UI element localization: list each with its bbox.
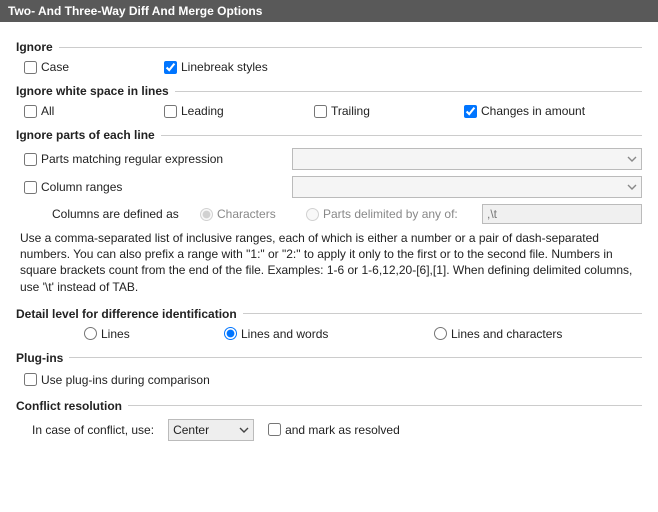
- select-conflict-value: Center: [173, 423, 209, 437]
- checkbox-ws-changes[interactable]: Changes in amount: [464, 104, 634, 118]
- delim-field-value: ,\t: [487, 207, 497, 221]
- window-title: Two- And Three-Way Diff And Merge Option…: [0, 0, 658, 22]
- checkbox-parts-regex-input[interactable]: [24, 153, 37, 166]
- group-rule: [128, 405, 642, 406]
- group-plugins-label: Plug-ins: [16, 351, 63, 365]
- delim-field: ,\t: [482, 204, 642, 224]
- checkbox-ws-all[interactable]: All: [24, 104, 164, 118]
- radio-detail-words-label: Lines and words: [241, 327, 328, 341]
- checkbox-plugins-use-label: Use plug-ins during comparison: [41, 373, 210, 387]
- combo-parts-regex[interactable]: [292, 148, 642, 170]
- group-rule: [243, 313, 642, 314]
- checkbox-ws-changes-label: Changes in amount: [481, 104, 585, 118]
- checkbox-ws-trailing-label: Trailing: [331, 104, 370, 118]
- group-parts-label: Ignore parts of each line: [16, 128, 155, 142]
- group-rule: [175, 91, 642, 92]
- radio-detail-words-input[interactable]: [224, 327, 237, 340]
- group-rule: [161, 135, 642, 136]
- radio-detail-lines-input[interactable]: [84, 327, 97, 340]
- checkbox-conflict-mark-label: and mark as resolved: [285, 423, 400, 437]
- radio-col-delimited-label: Parts delimited by any of:: [323, 207, 458, 221]
- checkbox-parts-regex-label: Parts matching regular expression: [41, 152, 223, 166]
- checkbox-parts-ranges-label: Column ranges: [41, 180, 122, 194]
- radio-detail-lines[interactable]: Lines: [84, 327, 224, 341]
- checkbox-ws-leading-label: Leading: [181, 104, 224, 118]
- checkbox-parts-ranges[interactable]: Column ranges: [24, 180, 284, 194]
- checkbox-ws-all-label: All: [41, 104, 54, 118]
- radio-col-delimited-input: [306, 208, 319, 221]
- checkbox-ws-trailing[interactable]: Trailing: [314, 104, 464, 118]
- checkbox-plugins-use-input[interactable]: [24, 373, 37, 386]
- group-whitespace: Ignore white space in lines All Leading …: [16, 84, 642, 118]
- content-pane: Ignore Case Linebreak styles Ignore whit…: [0, 22, 658, 457]
- checkbox-ws-trailing-input[interactable]: [314, 105, 327, 118]
- radio-col-delimited: Parts delimited by any of:: [306, 207, 476, 221]
- checkbox-case-input[interactable]: [24, 61, 37, 74]
- group-rule: [69, 357, 642, 358]
- checkbox-case[interactable]: Case: [24, 60, 164, 74]
- radio-col-characters-label: Characters: [217, 207, 276, 221]
- chevron-down-icon: [627, 154, 637, 164]
- radio-col-characters-input: [200, 208, 213, 221]
- group-whitespace-label: Ignore white space in lines: [16, 84, 169, 98]
- columns-defined-label: Columns are defined as: [24, 207, 194, 221]
- select-conflict-use[interactable]: Center: [168, 419, 254, 441]
- checkbox-plugins-use[interactable]: Use plug-ins during comparison: [24, 373, 210, 387]
- radio-col-characters: Characters: [200, 207, 300, 221]
- checkbox-parts-ranges-input[interactable]: [24, 181, 37, 194]
- group-conflict-label: Conflict resolution: [16, 399, 122, 413]
- checkbox-ws-changes-input[interactable]: [464, 105, 477, 118]
- checkbox-linebreak-input[interactable]: [164, 61, 177, 74]
- group-parts: Ignore parts of each line Parts matching…: [16, 128, 642, 297]
- group-ignore: Ignore Case Linebreak styles: [16, 40, 642, 74]
- radio-detail-lines-label: Lines: [101, 327, 130, 341]
- group-ignore-label: Ignore: [16, 40, 53, 54]
- checkbox-ws-leading-input[interactable]: [164, 105, 177, 118]
- combo-parts-ranges[interactable]: [292, 176, 642, 198]
- checkbox-conflict-mark[interactable]: and mark as resolved: [268, 423, 400, 437]
- group-rule: [59, 47, 642, 48]
- checkbox-linebreak-label: Linebreak styles: [181, 60, 268, 74]
- checkbox-case-label: Case: [41, 60, 69, 74]
- group-conflict: Conflict resolution In case of conflict,…: [16, 399, 642, 441]
- group-plugins: Plug-ins Use plug-ins during comparison: [16, 351, 642, 389]
- group-detail-label: Detail level for difference identificati…: [16, 307, 237, 321]
- radio-detail-chars-input[interactable]: [434, 327, 447, 340]
- parts-help-text: Use a comma-separated list of inclusive …: [16, 224, 642, 297]
- checkbox-ws-leading[interactable]: Leading: [164, 104, 314, 118]
- chevron-down-icon: [627, 182, 637, 192]
- radio-detail-chars-label: Lines and characters: [451, 327, 562, 341]
- chevron-down-icon: [239, 425, 249, 435]
- conflict-use-label: In case of conflict, use:: [32, 423, 154, 437]
- checkbox-ws-all-input[interactable]: [24, 105, 37, 118]
- checkbox-parts-regex[interactable]: Parts matching regular expression: [24, 152, 284, 166]
- radio-detail-chars[interactable]: Lines and characters: [434, 327, 642, 341]
- radio-detail-words[interactable]: Lines and words: [224, 327, 434, 341]
- group-detail: Detail level for difference identificati…: [16, 307, 642, 341]
- checkbox-conflict-mark-input[interactable]: [268, 423, 281, 436]
- checkbox-linebreak[interactable]: Linebreak styles: [164, 60, 642, 74]
